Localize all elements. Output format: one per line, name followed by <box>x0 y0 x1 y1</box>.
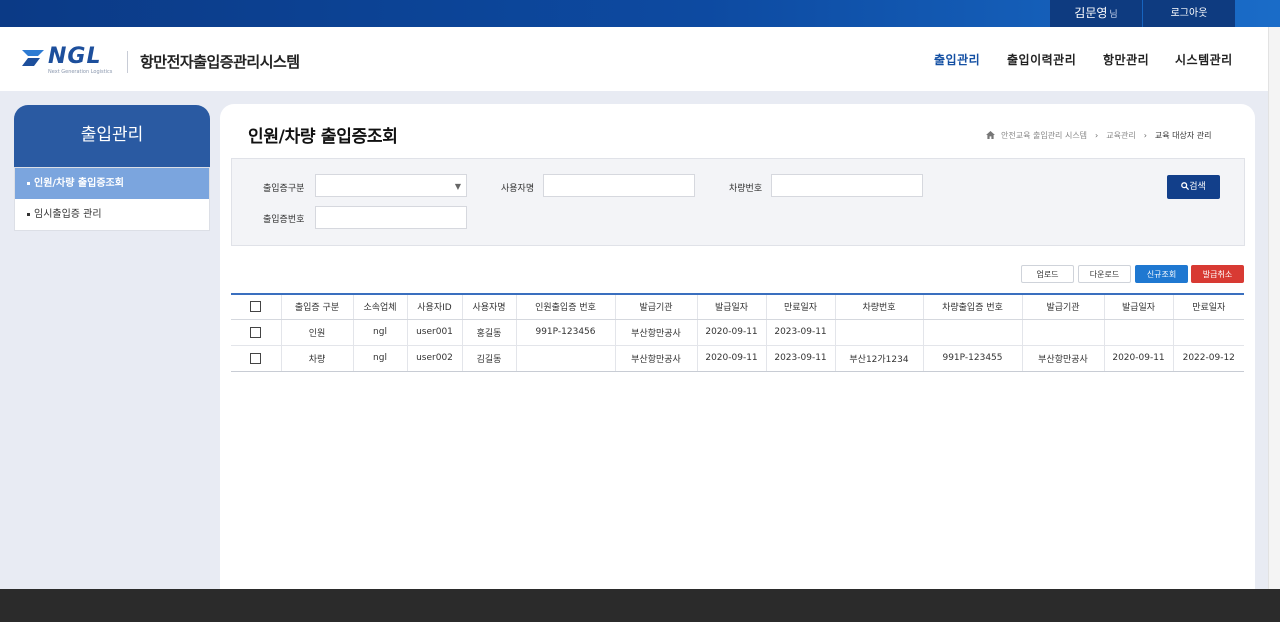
vertical-scrollbar[interactable] <box>1268 27 1280 589</box>
table-cell: 김길동 <box>461 345 516 372</box>
column-header[interactable]: 소속업체 <box>352 293 407 320</box>
table-cell: 2020-09-11 <box>1103 345 1173 372</box>
pass-no-label: 출입증번호 <box>263 215 305 225</box>
table-cell <box>1172 319 1244 346</box>
table-cell: 2022-09-12 <box>1172 345 1244 372</box>
chevron-right-icon: › <box>1143 131 1147 140</box>
table-header-row: 출입증 구분 소속업체 사용자ID 사용자명 인원출입증 번호 발급기관 발급일… <box>231 293 1244 320</box>
column-header[interactable]: 발급일자 <box>1103 293 1173 320</box>
breadcrumb-item[interactable]: 안전교육 출입관리 시스템 <box>1001 131 1087 140</box>
user-name-label: 사용자명 <box>501 184 535 194</box>
header: NGL Next Generation Logistics 항만전자출입증관리시… <box>0 27 1268 91</box>
row-checkbox[interactable] <box>250 326 262 338</box>
column-header[interactable]: 만료일자 <box>1172 293 1244 320</box>
table-cell: 인원 <box>280 319 353 346</box>
logo-text: NGL <box>48 44 102 69</box>
select-all-checkbox[interactable] <box>250 301 262 313</box>
table-cell: 2023-09-11 <box>765 319 835 346</box>
upload-button[interactable]: 업로드 <box>1021 265 1074 283</box>
sidebar-title: 출입관리 <box>14 105 210 167</box>
sidebar-item-label: 인원/차량 출입증조회 <box>34 178 124 189</box>
nav-system-management[interactable]: 시스템관리 <box>1175 51 1233 68</box>
logo-sub: Next Generation Logistics <box>48 69 113 75</box>
breadcrumb-current: 교육 대상자 관리 <box>1154 131 1212 140</box>
nav-access-management[interactable]: 출입관리 <box>934 51 980 68</box>
pass-no-input[interactable] <box>315 206 467 229</box>
table-row[interactable]: 차량 ngl user002 김길동 부산항만공사 2020-09-11 202… <box>231 345 1244 372</box>
breadcrumb: 안전교육 출입관리 시스템 › 교육관리 › 교육 대상자 관리 <box>986 130 1212 141</box>
column-header[interactable]: 사용자ID <box>406 293 462 320</box>
bullet-icon <box>27 212 30 216</box>
nav-port-management[interactable]: 항만관리 <box>1103 51 1149 68</box>
logo-mark-icon <box>22 50 44 66</box>
select-all-cell <box>231 293 281 320</box>
table-cell: ngl <box>352 345 407 372</box>
nav-access-history[interactable]: 출입이력관리 <box>1007 51 1076 68</box>
search-button-label: 검색 <box>1189 182 1206 192</box>
new-inquiry-button[interactable]: 신규조회 <box>1135 265 1188 283</box>
table-cell: 2020-09-11 <box>696 345 766 372</box>
table-cell: 2020-09-11 <box>696 319 766 346</box>
column-header[interactable]: 발급일자 <box>696 293 766 320</box>
table-cell: 991P-123456 <box>515 319 615 346</box>
search-button[interactable]: 검색 <box>1167 175 1220 199</box>
table-cell: 2023-09-11 <box>765 345 835 372</box>
pass-type-label: 출입증구분 <box>263 184 305 194</box>
column-header[interactable]: 발급기관 <box>614 293 697 320</box>
column-header[interactable]: 인원출입증 번호 <box>515 293 615 320</box>
table-cell: 부산항만공사 <box>614 345 697 372</box>
column-header[interactable]: 발급기관 <box>1021 293 1104 320</box>
bullet-icon <box>27 181 30 185</box>
table-cell: 991P-123455 <box>922 345 1022 372</box>
table-cell <box>922 319 1022 346</box>
row-select-cell <box>231 345 281 372</box>
vehicle-no-input[interactable] <box>771 174 923 197</box>
table-cell <box>1021 319 1104 346</box>
table-row[interactable]: 인원 ngl user001 홍길동 991P-123456 부산항만공사 20… <box>231 319 1244 346</box>
table-cell: user001 <box>406 319 462 346</box>
logo[interactable]: NGL Next Generation Logistics <box>20 44 120 77</box>
sidebar-item-pass-inquiry[interactable]: 인원/차량 출입증조회 <box>15 168 209 199</box>
vehicle-no-label: 차량번호 <box>729 184 763 194</box>
cancel-issue-button[interactable]: 발급취소 <box>1191 265 1244 283</box>
table-cell <box>834 319 923 346</box>
sidebar-item-label: 임시출입증 관리 <box>34 209 102 220</box>
column-header[interactable]: 만료일자 <box>765 293 835 320</box>
column-header[interactable]: 출입증 구분 <box>280 293 353 320</box>
sidebar-item-temp-pass[interactable]: 임시출입증 관리 <box>15 199 209 230</box>
table-cell: ngl <box>352 319 407 346</box>
row-checkbox[interactable] <box>250 352 262 364</box>
logout-button[interactable]: 로그아웃 <box>1143 0 1235 27</box>
row-select-cell <box>231 319 281 346</box>
breadcrumb-item[interactable]: 교육관리 <box>1106 131 1135 140</box>
pass-type-select[interactable]: ▼ <box>315 174 467 197</box>
user-suffix: 님 <box>1109 10 1118 20</box>
logo-divider <box>127 51 128 73</box>
table-cell: 부산항만공사 <box>1021 345 1104 372</box>
chevron-right-icon: › <box>1095 131 1099 140</box>
table-cell: 차량 <box>280 345 353 372</box>
app-title: 항만전자출입증관리시스템 <box>140 53 300 71</box>
home-icon[interactable] <box>986 131 995 139</box>
pass-table: 출입증 구분 소속업체 사용자ID 사용자명 인원출입증 번호 발급기관 발급일… <box>231 293 1244 372</box>
dropdown-arrow-icon: ▼ <box>454 182 461 191</box>
user-name: 김문영 <box>1074 6 1108 20</box>
table-cell <box>515 345 615 372</box>
user-name-input[interactable] <box>543 174 695 197</box>
search-panel <box>231 158 1245 246</box>
download-button[interactable]: 다운로드 <box>1078 265 1131 283</box>
user-info: 김문영 님 <box>1050 0 1142 27</box>
sidebar-menu: 인원/차량 출입증조회 임시출입증 관리 <box>14 167 210 231</box>
page-title: 인원/차량 출입증조회 <box>248 127 398 147</box>
table-cell: 홍길동 <box>461 319 516 346</box>
table-cell: user002 <box>406 345 462 372</box>
table-cell: 부산항만공사 <box>614 319 697 346</box>
column-header[interactable]: 사용자명 <box>461 293 516 320</box>
table-cell: 부산12가1234 <box>834 345 923 372</box>
footer <box>0 589 1280 622</box>
column-header[interactable]: 차량출입증 번호 <box>922 293 1022 320</box>
table-cell <box>1103 319 1173 346</box>
column-header[interactable]: 차량번호 <box>834 293 923 320</box>
